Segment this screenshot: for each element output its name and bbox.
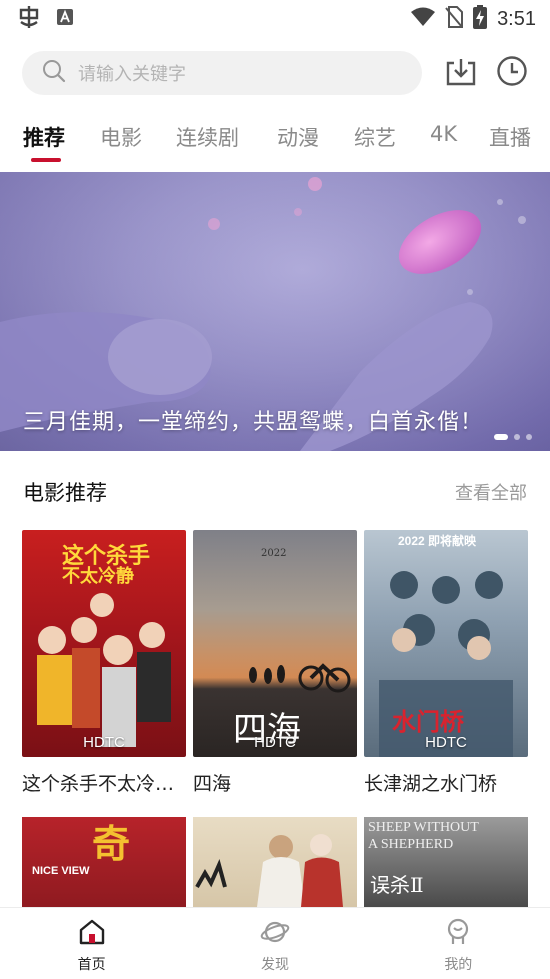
poster-title-text: 水门桥 (392, 707, 464, 736)
search-icon (42, 59, 66, 87)
battery-charging-icon (473, 5, 488, 33)
movie-card[interactable]: 2022 即将献映 水门桥 HDTC 长津湖之水门桥 (364, 530, 528, 796)
nav-home[interactable]: 首页 (0, 908, 183, 979)
download-button[interactable] (444, 56, 478, 90)
download-icon (445, 55, 477, 91)
poster-subtitle-text: 误杀Ⅱ (370, 873, 424, 897)
tab-indicator (31, 158, 61, 162)
movie-card[interactable]: 这个杀手 不太冷静 HDTC 这个杀手不太冷… (22, 530, 186, 796)
tab-movies[interactable]: 电影 (100, 122, 142, 152)
banner-dot (526, 434, 532, 440)
movie-poster (193, 817, 357, 907)
poster-subtitle-text: NICE VIEW (32, 865, 90, 877)
movie-poster: 2022 即将献映 水门桥 HDTC (364, 530, 528, 757)
quality-badge: HDTC (425, 734, 467, 751)
quality-badge: HDTC (254, 734, 296, 751)
banner-caption: 三月佳期，一堂缔约，共盟鸳蝶，白首永偕！ (23, 410, 484, 435)
quality-badge: HDTC (83, 734, 125, 751)
poster-title-text: SHEEP WITHOUT A SHEPHERD (368, 820, 479, 852)
banner-dot (514, 434, 520, 440)
home-icon (78, 918, 106, 950)
history-button[interactable] (495, 56, 529, 90)
movie-title: 长津湖之水门桥 (364, 773, 498, 795)
movie-title: 四海 (193, 773, 232, 795)
tab-anime[interactable]: 动漫 (277, 122, 319, 152)
section-title: 电影推荐 (23, 481, 107, 505)
status-time: 3:51 (497, 7, 536, 30)
section-header: 电影推荐 查看全部 (23, 472, 527, 512)
no-sim-icon (445, 6, 464, 32)
nav-profile-label: 我的 (444, 957, 473, 973)
nav-discover[interactable]: 发现 (183, 908, 366, 979)
nav-profile[interactable]: 我的 (367, 908, 550, 979)
profile-icon (444, 918, 472, 950)
planet-icon (260, 918, 290, 950)
view-all-link[interactable]: 查看全部 (455, 479, 527, 505)
nav-home-label: 首页 (77, 957, 106, 973)
movie-card[interactable] (193, 817, 357, 907)
search-placeholder: 请输入关键字 (78, 64, 186, 85)
search-row: 请输入关键字 (22, 50, 536, 96)
tab-live[interactable]: 直播 (489, 122, 531, 152)
poster-tagline-text: 2022 即将献映 (398, 534, 477, 548)
banner-pagination (494, 434, 532, 440)
poster-art (195, 834, 343, 907)
movie-card[interactable]: 奇 NICE VIEW (22, 817, 186, 907)
movie-poster: 这个杀手 不太冷静 HDTC (22, 530, 186, 757)
poster-subtitle-text: 不太冷静 (62, 566, 134, 587)
category-tabs: 推荐 电影 连续剧 动漫 综艺 4K 直播 (0, 114, 550, 166)
tab-variety[interactable]: 综艺 (354, 122, 396, 152)
movie-title: 这个杀手不太冷… (22, 773, 175, 795)
banner-carousel[interactable]: 三月佳期，一堂缔约，共盟鸳蝶，白首永偕！ (0, 172, 550, 451)
a-notification-icon (56, 8, 74, 30)
app-notification-icon (16, 4, 42, 34)
nav-discover-label: 发现 (260, 957, 289, 973)
poster-title-text: 奇 (92, 821, 131, 866)
bottom-nav: 首页 发现 我的 (0, 907, 550, 979)
movie-card[interactable]: 2022 四海 HDTC 四海 (193, 530, 357, 796)
movie-poster: SHEEP WITHOUT A SHEPHERD 误杀Ⅱ (364, 817, 528, 907)
wifi-icon (411, 7, 436, 31)
tab-recommend[interactable]: 推荐 (23, 122, 65, 152)
movie-poster: 2022 四海 HDTC (193, 530, 357, 757)
search-input[interactable]: 请输入关键字 (22, 51, 422, 95)
movie-card[interactable]: SHEEP WITHOUT A SHEPHERD 误杀Ⅱ (364, 817, 528, 907)
status-bar: 3:51 (0, 0, 550, 38)
banner-dot-active (494, 434, 508, 440)
tab-4k[interactable]: 4K (430, 122, 457, 146)
history-icon (496, 55, 528, 91)
poster-year-text: 2022 (261, 548, 287, 559)
movie-poster: 奇 NICE VIEW (22, 817, 186, 907)
tab-series[interactable]: 连续剧 (176, 122, 239, 152)
